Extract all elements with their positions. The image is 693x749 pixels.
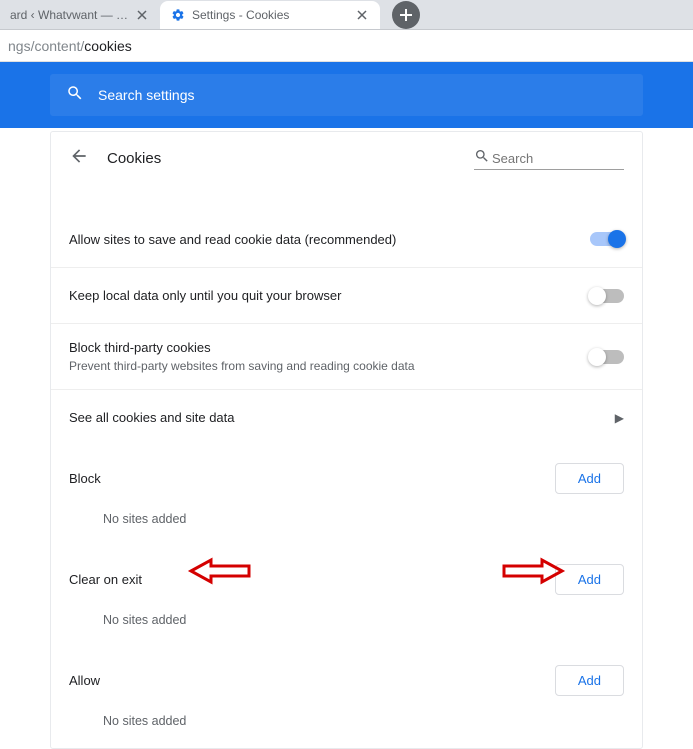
row-label: Allow sites to save and read cookie data… [69, 232, 590, 247]
row-block-third-party: Block third-party cookies Prevent third-… [51, 323, 642, 389]
search-settings-input[interactable] [98, 87, 627, 103]
section-title: Block [69, 471, 555, 486]
section-block: Block Add [51, 445, 642, 498]
gear-icon [170, 7, 186, 23]
add-allow-button[interactable]: Add [555, 665, 624, 696]
search-icon [66, 84, 84, 107]
row-label: See all cookies and site data [69, 410, 615, 425]
row-label: Keep local data only until you quit your… [69, 288, 590, 303]
row-keep-local: Keep local data only until you quit your… [51, 267, 642, 323]
tab-inactive[interactable]: ard ‹ Whatvwant — Wor… [0, 1, 160, 29]
url-segment: /content/ [31, 38, 85, 54]
toggle-keep-local[interactable] [590, 289, 624, 303]
tab-title: Settings - Cookies [192, 8, 354, 22]
cookies-panel: Cookies Allow sites to save and read coo… [50, 131, 643, 749]
settings-search-bar [0, 62, 693, 128]
back-arrow-icon[interactable] [69, 146, 89, 171]
toggle-block-third-party[interactable] [590, 350, 624, 364]
chevron-right-icon: ▶ [615, 411, 624, 425]
empty-message: No sites added [51, 700, 642, 748]
url-segment: cookies [84, 38, 131, 54]
row-allow-save: Allow sites to save and read cookie data… [51, 211, 642, 267]
toggle-allow-save[interactable] [590, 232, 624, 246]
row-see-all-cookies[interactable]: See all cookies and site data ▶ [51, 389, 642, 445]
tab-title: ard ‹ Whatvwant — Wor… [10, 8, 134, 22]
browser-tabs: ard ‹ Whatvwant — Wor… Settings - Cookie… [0, 0, 693, 30]
empty-message: No sites added [51, 599, 642, 647]
search-icon [474, 148, 490, 169]
section-allow: Allow Add [51, 647, 642, 700]
url-bar[interactable]: ngs /content/ cookies [0, 30, 693, 62]
row-sublabel: Prevent third-party websites from saving… [69, 359, 590, 373]
section-title: Clear on exit [69, 572, 555, 587]
page-title: Cookies [107, 150, 474, 167]
empty-message: No sites added [51, 498, 642, 546]
tab-active[interactable]: Settings - Cookies [160, 1, 380, 29]
panel-search-input[interactable] [490, 148, 624, 169]
new-tab-button[interactable] [392, 1, 420, 29]
search-settings-container [50, 74, 643, 116]
section-title: Allow [69, 673, 555, 688]
add-clear-on-exit-button[interactable]: Add [555, 564, 624, 595]
close-icon[interactable] [134, 7, 150, 23]
panel-search [474, 148, 624, 170]
add-block-button[interactable]: Add [555, 463, 624, 494]
section-clear-on-exit: Clear on exit Add [51, 546, 642, 599]
panel-header: Cookies [51, 132, 642, 185]
close-icon[interactable] [354, 7, 370, 23]
row-label: Block third-party cookies [69, 340, 590, 355]
url-segment: ngs [8, 38, 31, 54]
